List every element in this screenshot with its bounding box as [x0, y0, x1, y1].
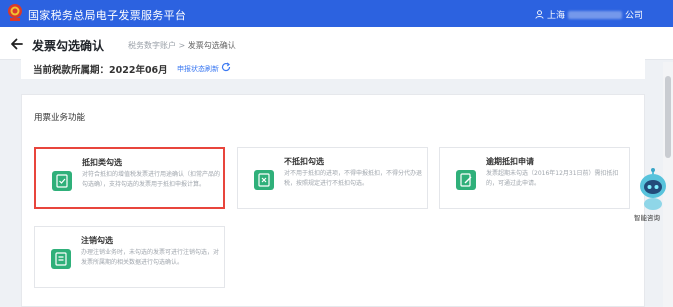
- refresh-status-link[interactable]: 申报状态刷新: [177, 64, 219, 74]
- card-description: 对符合抵扣的增值税发票进行用途确认（扣常产品的勾选确），支持勾选的发票用于抵扣申…: [82, 171, 221, 188]
- user-menu[interactable]: 上海 公司: [535, 8, 643, 21]
- non-deductible-invoice-icon: [254, 170, 274, 190]
- card-description: 办理注销业务时，未勾选的发票可进行注销勾选，对发票所属期的相关数据进行勾选确认。: [81, 249, 220, 266]
- user-city: 上海: [546, 11, 565, 21]
- overdue-application-icon: [456, 170, 476, 190]
- deregistration-invoice-icon: [51, 249, 71, 269]
- tax-period-bar: 当前税款所属期：2022年06月 申报状态刷新: [21, 57, 645, 79]
- user-suffix: 公司: [624, 11, 643, 21]
- user-icon: [535, 10, 544, 19]
- refresh-icon[interactable]: [221, 62, 231, 72]
- deductible-invoice-icon: [52, 171, 72, 191]
- back-arrow-icon[interactable]: [10, 37, 24, 51]
- card-overdue-deduction-application[interactable]: 逾期抵扣申请 发票超期未勾选（2016年12月31日前）需扣抵扣的，可通过此申请…: [439, 147, 630, 209]
- breadcrumb-current: 发票勾选确认: [187, 41, 236, 50]
- page-header: 发票勾选确认 税务数字账户 > 发票勾选确认: [0, 27, 673, 60]
- breadcrumb: 税务数字账户 > 发票勾选确认: [128, 40, 236, 51]
- breadcrumb-parent[interactable]: 税务数字账户: [128, 41, 176, 50]
- tax-period-label: 当前税款所属期：2022年06月: [33, 65, 168, 76]
- business-functions-panel: 用票业务功能 抵扣类勾选 对符合抵扣的增值税发票进行用途确认（扣常产品的勾选确）…: [21, 94, 645, 307]
- card-title: 不抵扣勾选: [284, 157, 324, 166]
- redacted-user-name: [567, 10, 622, 19]
- card-description: 对不用于抵扣的进项，不得申报抵扣，不得分代办退税，按照规定进行不抵扣勾选。: [284, 170, 423, 187]
- page-title: 发票勾选确认: [32, 39, 105, 53]
- top-bar: 国家税务总局电子发票服务平台 上海 公司: [0, 0, 673, 27]
- card-title: 抵扣类勾选: [82, 158, 122, 167]
- card-title: 注销勾选: [81, 236, 113, 245]
- card-deregistration-selection[interactable]: 注销勾选 办理注销业务时，未勾选的发票可进行注销勾选，对发票所属期的相关数据进行…: [34, 226, 225, 288]
- assistant-label[interactable]: 智能咨询: [634, 212, 660, 222]
- card-non-deductible-selection[interactable]: 不抵扣勾选 对不用于抵扣的进项，不得申报抵扣，不得分代办退税，按照规定进行不抵扣…: [237, 147, 428, 209]
- app-title: 国家税务总局电子发票服务平台: [28, 9, 187, 22]
- smart-assistant-widget[interactable]: 智能咨询: [634, 166, 670, 224]
- card-title: 逾期抵扣申请: [486, 157, 534, 166]
- national-emblem-icon: [8, 4, 22, 21]
- robot-assistant-icon: [640, 168, 666, 210]
- card-deductible-selection[interactable]: 抵扣类勾选 对符合抵扣的增值税发票进行用途确认（扣常产品的勾选确），支持勾选的发…: [34, 147, 225, 209]
- scrollbar-thumb[interactable]: [665, 76, 671, 158]
- card-description: 发票超期未勾选（2016年12月31日前）需扣抵扣的，可通过此申请。: [486, 170, 619, 187]
- breadcrumb-separator: >: [178, 41, 186, 50]
- section-title: 用票业务功能: [34, 113, 86, 123]
